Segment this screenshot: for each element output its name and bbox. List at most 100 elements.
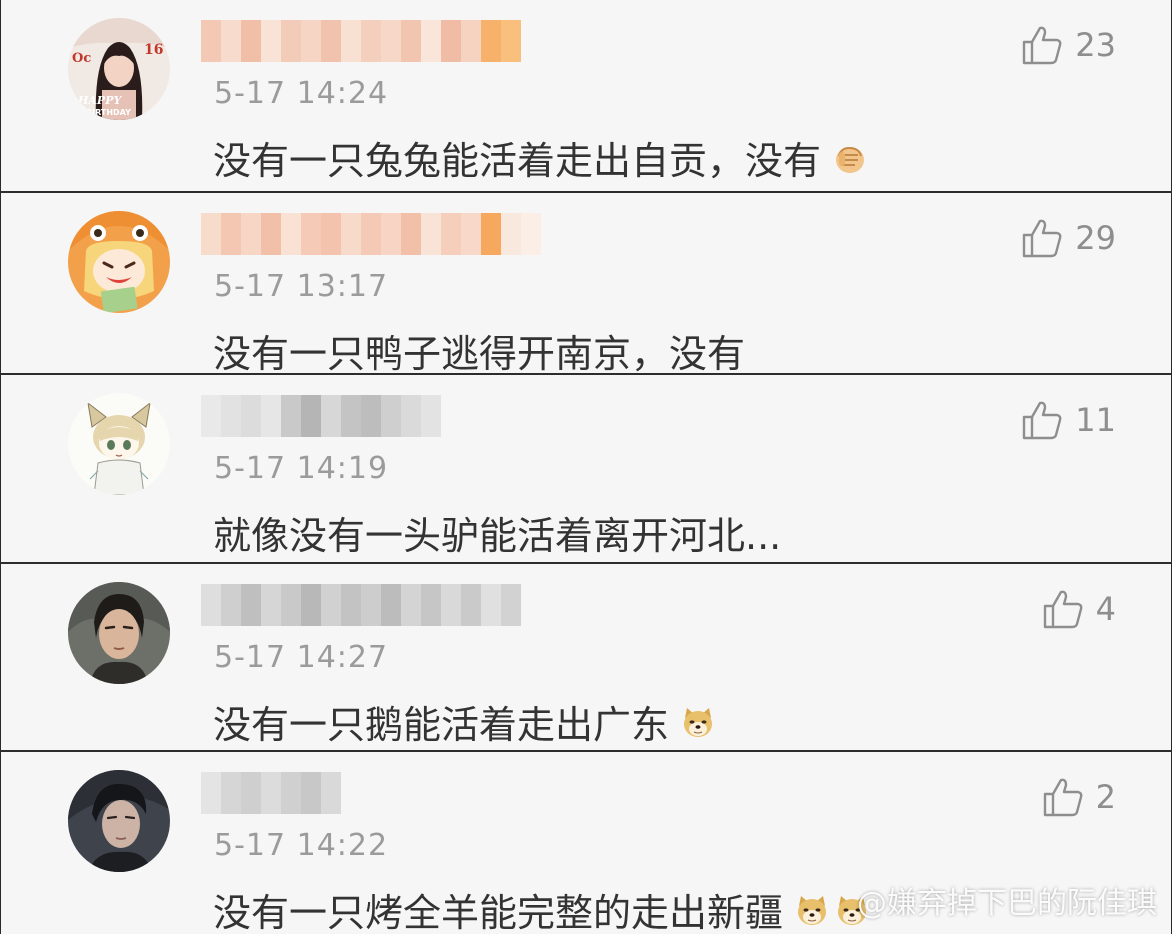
comment-text: 没有一只鹅能活着走出广东 xyxy=(213,694,715,749)
blur-pixel xyxy=(241,772,261,814)
like-button[interactable]: 4 xyxy=(1042,588,1116,630)
comment-text-body: 没有一只烤全羊能完整的走出新疆 xyxy=(213,891,784,934)
comment-item: 5-17 13:17 没有一只鸭子逃得开南京，没有 29 xyxy=(1,193,1171,378)
blur-pixel xyxy=(301,772,321,814)
blur-pixel xyxy=(341,213,361,255)
blur-pixel xyxy=(201,20,221,62)
comment-item: 5-17 14:19 就像没有一头驴能活着离开河北... 11 xyxy=(1,375,1171,564)
blur-pixel xyxy=(401,395,421,437)
timestamp: 5-17 14:19 xyxy=(214,451,389,486)
username-blurred[interactable] xyxy=(201,20,521,62)
avatar[interactable] xyxy=(68,582,170,684)
blur-pixel xyxy=(201,772,221,814)
blur-pixel xyxy=(461,213,481,255)
blur-pixel xyxy=(261,584,281,626)
blur-pixel xyxy=(301,213,321,255)
blur-pixel xyxy=(221,395,241,437)
blur-pixel xyxy=(241,213,261,255)
blur-pixel xyxy=(361,395,381,437)
blur-pixel xyxy=(301,395,321,437)
like-count: 2 xyxy=(1095,778,1116,816)
comment-text-body: 没有一只兔兔能活着走出自贡，没有 xyxy=(213,139,822,183)
blur-pixel xyxy=(321,213,341,255)
blur-pixel xyxy=(481,20,501,62)
thumbs-up-icon xyxy=(1043,778,1083,817)
blur-pixel xyxy=(441,213,461,255)
svg-text:Oc: Oc xyxy=(72,51,91,66)
blur-pixel xyxy=(401,213,421,255)
username-blurred[interactable] xyxy=(201,213,541,255)
blur-pixel xyxy=(341,584,361,626)
blur-pixel xyxy=(501,20,521,62)
comment-text: 就像没有一头驴能活着离开河北... xyxy=(213,505,781,560)
blur-pixel xyxy=(501,584,521,626)
like-count: 23 xyxy=(1075,26,1116,64)
blur-pixel xyxy=(401,584,421,626)
like-count: 11 xyxy=(1075,401,1116,439)
blur-pixel xyxy=(441,20,461,62)
doge-emoji-icon xyxy=(681,705,715,739)
like-button[interactable]: 29 xyxy=(1021,217,1116,259)
blur-pixel xyxy=(321,395,341,437)
blur-pixel xyxy=(201,395,221,437)
like-count: 4 xyxy=(1095,590,1116,628)
blur-pixel xyxy=(201,584,221,626)
avatar-text: HAPPY xyxy=(77,94,122,107)
comment-text: 没有一只鸭子逃得开南京，没有 xyxy=(213,323,745,378)
username-blurred[interactable] xyxy=(201,584,521,626)
svg-text:16: 16 xyxy=(144,42,163,58)
comment-text: 没有一只兔兔能活着走出自贡，没有 xyxy=(213,130,867,185)
comment-item: 5-17 14:27 没有一只鹅能活着走出广东 4 xyxy=(1,564,1171,752)
avatar[interactable] xyxy=(68,770,170,872)
blur-pixel xyxy=(441,584,461,626)
blur-pixel xyxy=(461,584,481,626)
watermark: @嫌弃掉下巴的阮佳琪 xyxy=(857,886,1157,921)
timestamp: 5-17 14:27 xyxy=(214,640,389,675)
blur-pixel xyxy=(361,20,381,62)
avatar[interactable]: Oc 16 HAPPY BIRTHDAY xyxy=(68,18,170,120)
timestamp: 5-17 13:17 xyxy=(214,269,389,304)
blur-pixel xyxy=(221,584,241,626)
blur-pixel xyxy=(261,395,281,437)
timestamp: 5-17 14:24 xyxy=(214,76,389,111)
thumbs-up-icon xyxy=(1023,26,1062,65)
blur-pixel xyxy=(281,20,301,62)
blur-pixel xyxy=(481,584,501,626)
blur-pixel xyxy=(361,213,381,255)
blur-pixel xyxy=(281,213,301,255)
blur-pixel xyxy=(221,213,241,255)
username-blurred[interactable] xyxy=(201,772,341,814)
blur-pixel xyxy=(421,584,441,626)
blur-pixel xyxy=(241,20,261,62)
blur-pixel xyxy=(281,584,301,626)
blur-pixel xyxy=(381,395,401,437)
like-button[interactable]: 2 xyxy=(1042,776,1116,818)
blur-pixel xyxy=(361,584,381,626)
fist-emoji-icon xyxy=(833,141,867,175)
avatar[interactable] xyxy=(68,211,170,313)
blur-pixel xyxy=(301,20,321,62)
blur-pixel xyxy=(281,772,301,814)
comment-text-body: 没有一只鹅能活着走出广东 xyxy=(213,703,670,747)
blur-pixel xyxy=(421,20,441,62)
blur-pixel xyxy=(321,584,341,626)
blur-pixel xyxy=(241,395,261,437)
thumbs-up-icon xyxy=(1023,219,1062,258)
blur-pixel xyxy=(461,20,481,62)
like-button[interactable]: 23 xyxy=(1021,24,1116,66)
blur-pixel xyxy=(481,213,501,255)
blur-pixel xyxy=(221,772,241,814)
blur-pixel xyxy=(421,395,441,437)
avatar[interactable] xyxy=(68,393,170,495)
blur-pixel xyxy=(281,395,301,437)
blur-pixel xyxy=(381,213,401,255)
blur-pixel xyxy=(521,213,541,255)
like-button[interactable]: 11 xyxy=(1021,399,1116,441)
comment-text-body: 就像没有一头驴能活着离开河北... xyxy=(213,514,782,558)
blur-pixel xyxy=(381,584,401,626)
blur-pixel xyxy=(261,772,281,814)
blur-pixel xyxy=(201,213,221,255)
username-blurred[interactable] xyxy=(201,395,441,437)
comment-text-body: 没有一只鸭子逃得开南京，没有 xyxy=(213,332,746,376)
blur-pixel xyxy=(381,20,401,62)
